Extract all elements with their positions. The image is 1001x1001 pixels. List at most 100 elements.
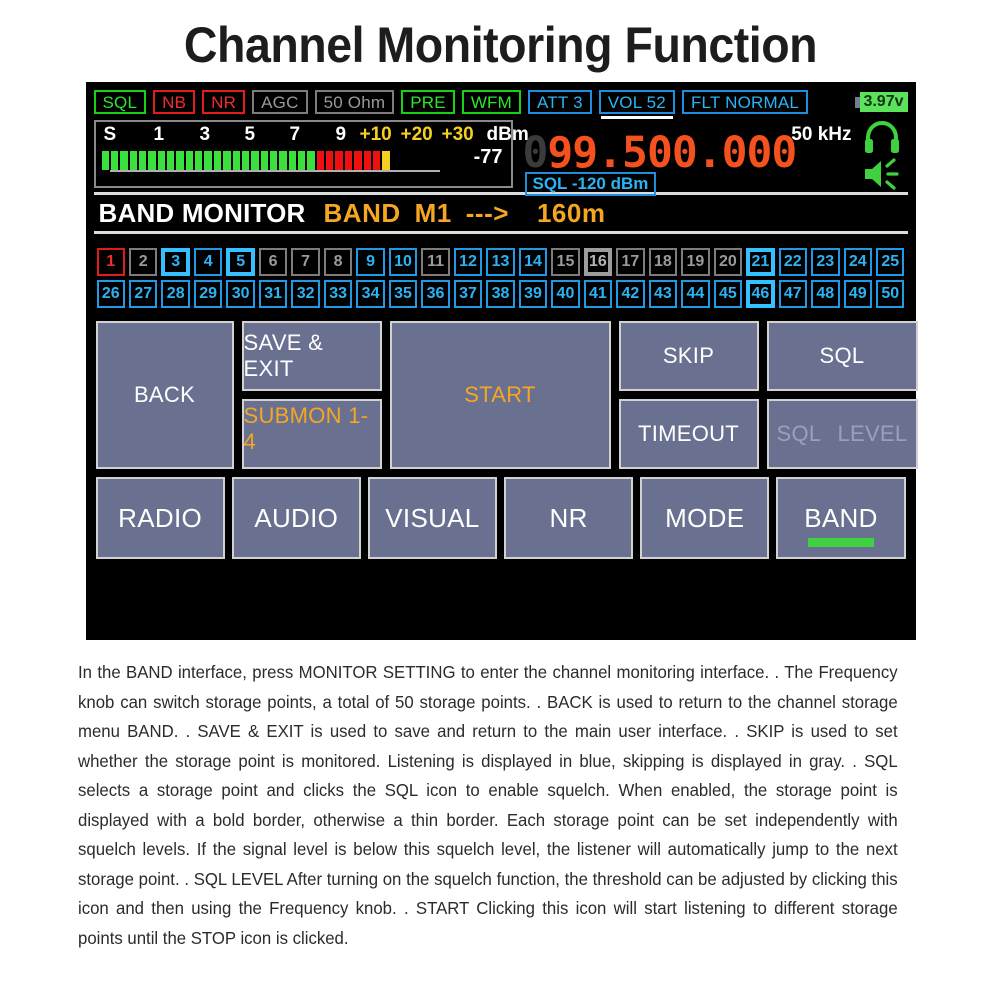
channel-cell-25[interactable]: 25: [876, 248, 905, 276]
channel-cell-28[interactable]: 28: [161, 280, 190, 308]
sql-level-button[interactable]: SQL LEVEL: [766, 399, 918, 469]
status-chip-nb[interactable]: NB: [153, 90, 196, 114]
status-chip-flt-normal[interactable]: FLT NORMAL: [681, 90, 809, 114]
channel-cell-39[interactable]: 39: [518, 280, 548, 308]
menu-button-band[interactable]: BAND: [776, 477, 906, 559]
menu-button-visual[interactable]: VISUAL: [367, 477, 498, 559]
channel-cell-37[interactable]: 37: [453, 280, 483, 308]
channel-cell-33[interactable]: 33: [323, 280, 353, 308]
frequency-display[interactable]: 099.500.000: [522, 128, 798, 178]
meter-segment: [372, 151, 381, 170]
meter-segment: [279, 151, 287, 170]
channel-cell-23[interactable]: 23: [811, 248, 840, 276]
channel-cell-20[interactable]: 20: [713, 248, 743, 276]
channel-cell-4[interactable]: 4: [193, 248, 223, 276]
channel-cell-29[interactable]: 29: [193, 280, 223, 308]
status-chip-pre[interactable]: PRE: [401, 90, 455, 114]
channel-cell-31[interactable]: 31: [258, 280, 288, 308]
channel-cell-24[interactable]: 24: [843, 248, 873, 276]
channel-cell-13[interactable]: 13: [486, 248, 515, 276]
s-meter-tick-plus30: +30: [441, 124, 474, 145]
channel-cell-41[interactable]: 41: [583, 280, 613, 308]
channel-cell-19[interactable]: 19: [681, 248, 710, 276]
band-value[interactable]: 160m: [537, 198, 606, 229]
channel-cell-16[interactable]: 16: [583, 248, 613, 276]
channel-cell-1[interactable]: 1: [96, 248, 125, 276]
channel-cell-45[interactable]: 45: [713, 280, 743, 308]
channel-cell-42[interactable]: 42: [616, 280, 645, 308]
back-button[interactable]: BACK: [95, 321, 234, 469]
channel-cell-10[interactable]: 10: [388, 248, 418, 276]
status-chip-wfm[interactable]: WFM: [461, 90, 522, 114]
status-chip-sql[interactable]: SQL: [93, 90, 147, 114]
meter-segment: [354, 151, 362, 170]
channel-cell-46[interactable]: 46: [746, 280, 775, 308]
channel-cell-18[interactable]: 18: [648, 248, 678, 276]
frequency-step[interactable]: 50 kHz: [791, 124, 851, 146]
channel-cell-47[interactable]: 47: [778, 280, 808, 308]
band-memory[interactable]: M1: [415, 198, 452, 229]
timeout-button[interactable]: TIMEOUT: [618, 399, 759, 469]
s-meter-tick-1: 1: [153, 124, 165, 145]
menu-button-mode[interactable]: MODE: [640, 477, 770, 559]
meter-segment: [344, 151, 353, 170]
save-and-exit-button[interactable]: SAVE & EXIT: [241, 321, 382, 391]
channel-cell-49[interactable]: 49: [843, 280, 873, 308]
channel-cell-48[interactable]: 48: [811, 280, 840, 308]
channel-cell-22[interactable]: 22: [778, 248, 808, 276]
frequency-leading-zero: 0: [522, 128, 549, 178]
channel-cell-26[interactable]: 26: [96, 280, 125, 308]
skip-timeout-column: SKIP TIMEOUT: [618, 321, 759, 469]
start-button[interactable]: START: [389, 321, 611, 469]
channel-cell-15[interactable]: 15: [551, 248, 580, 276]
channel-cell-38[interactable]: 38: [486, 280, 515, 308]
menu-button-radio[interactable]: RADIO: [95, 477, 225, 559]
meter-segment: [148, 151, 156, 170]
skip-button[interactable]: SKIP: [618, 321, 759, 391]
status-chip-wrap: NR: [202, 90, 246, 114]
submon-button[interactable]: SUBMON 1-4: [241, 398, 382, 469]
channel-cell-8[interactable]: 8: [323, 248, 353, 276]
status-chip-50-ohm[interactable]: 50 Ohm: [314, 90, 395, 114]
meter-segment: [138, 151, 147, 170]
headphone-icon[interactable]: [862, 120, 902, 154]
status-chip-att-3[interactable]: ATT 3: [528, 90, 592, 114]
channel-cell-7[interactable]: 7: [291, 248, 320, 276]
channel-cell-9[interactable]: 9: [356, 248, 385, 276]
channel-cell-50[interactable]: 50: [876, 280, 905, 308]
sql-button[interactable]: SQL: [766, 321, 918, 391]
menu-button-label: BAND: [804, 502, 878, 533]
menu-button-label: RADIO: [118, 502, 202, 533]
channel-cell-32[interactable]: 32: [291, 280, 320, 308]
meter-segment: [223, 151, 231, 170]
channel-cell-35[interactable]: 35: [388, 280, 418, 308]
channel-cell-14[interactable]: 14: [518, 248, 548, 276]
channel-cell-5[interactable]: 5: [226, 248, 255, 276]
speaker-icon[interactable]: [861, 157, 903, 191]
band-label: BAND: [323, 197, 401, 228]
status-chip-nr[interactable]: NR: [202, 90, 246, 114]
menu-button-nr[interactable]: NR: [504, 477, 634, 559]
channel-cell-44[interactable]: 44: [681, 280, 710, 308]
sql-column: SQL SQL LEVEL: [766, 321, 918, 469]
channel-cell-34[interactable]: 34: [356, 280, 385, 308]
status-chip-agc[interactable]: AGC: [252, 90, 308, 114]
save-submon-column: SAVE & EXIT SUBMON 1-4: [241, 321, 382, 469]
channel-cell-43[interactable]: 43: [648, 280, 678, 308]
menu-button-audio[interactable]: AUDIO: [231, 477, 361, 559]
sql-level-word-level: LEVEL: [837, 421, 908, 446]
channel-cell-17[interactable]: 17: [616, 248, 645, 276]
channel-cell-21[interactable]: 21: [746, 248, 775, 276]
channel-cell-40[interactable]: 40: [551, 280, 580, 308]
channel-cell-2[interactable]: 2: [128, 248, 158, 276]
channel-cell-3[interactable]: 3: [161, 248, 190, 276]
channel-cell-36[interactable]: 36: [421, 280, 450, 308]
channel-cell-11[interactable]: 11: [421, 248, 450, 276]
sql-threshold-readout[interactable]: SQL -120 dBm: [524, 172, 657, 196]
meter-segment: [260, 151, 268, 170]
channel-cell-27[interactable]: 27: [128, 280, 158, 308]
channel-cell-30[interactable]: 30: [226, 280, 255, 308]
channel-cell-12[interactable]: 12: [453, 248, 483, 276]
status-chip-vol-52[interactable]: VOL 52: [598, 90, 675, 114]
channel-cell-6[interactable]: 6: [258, 248, 288, 276]
